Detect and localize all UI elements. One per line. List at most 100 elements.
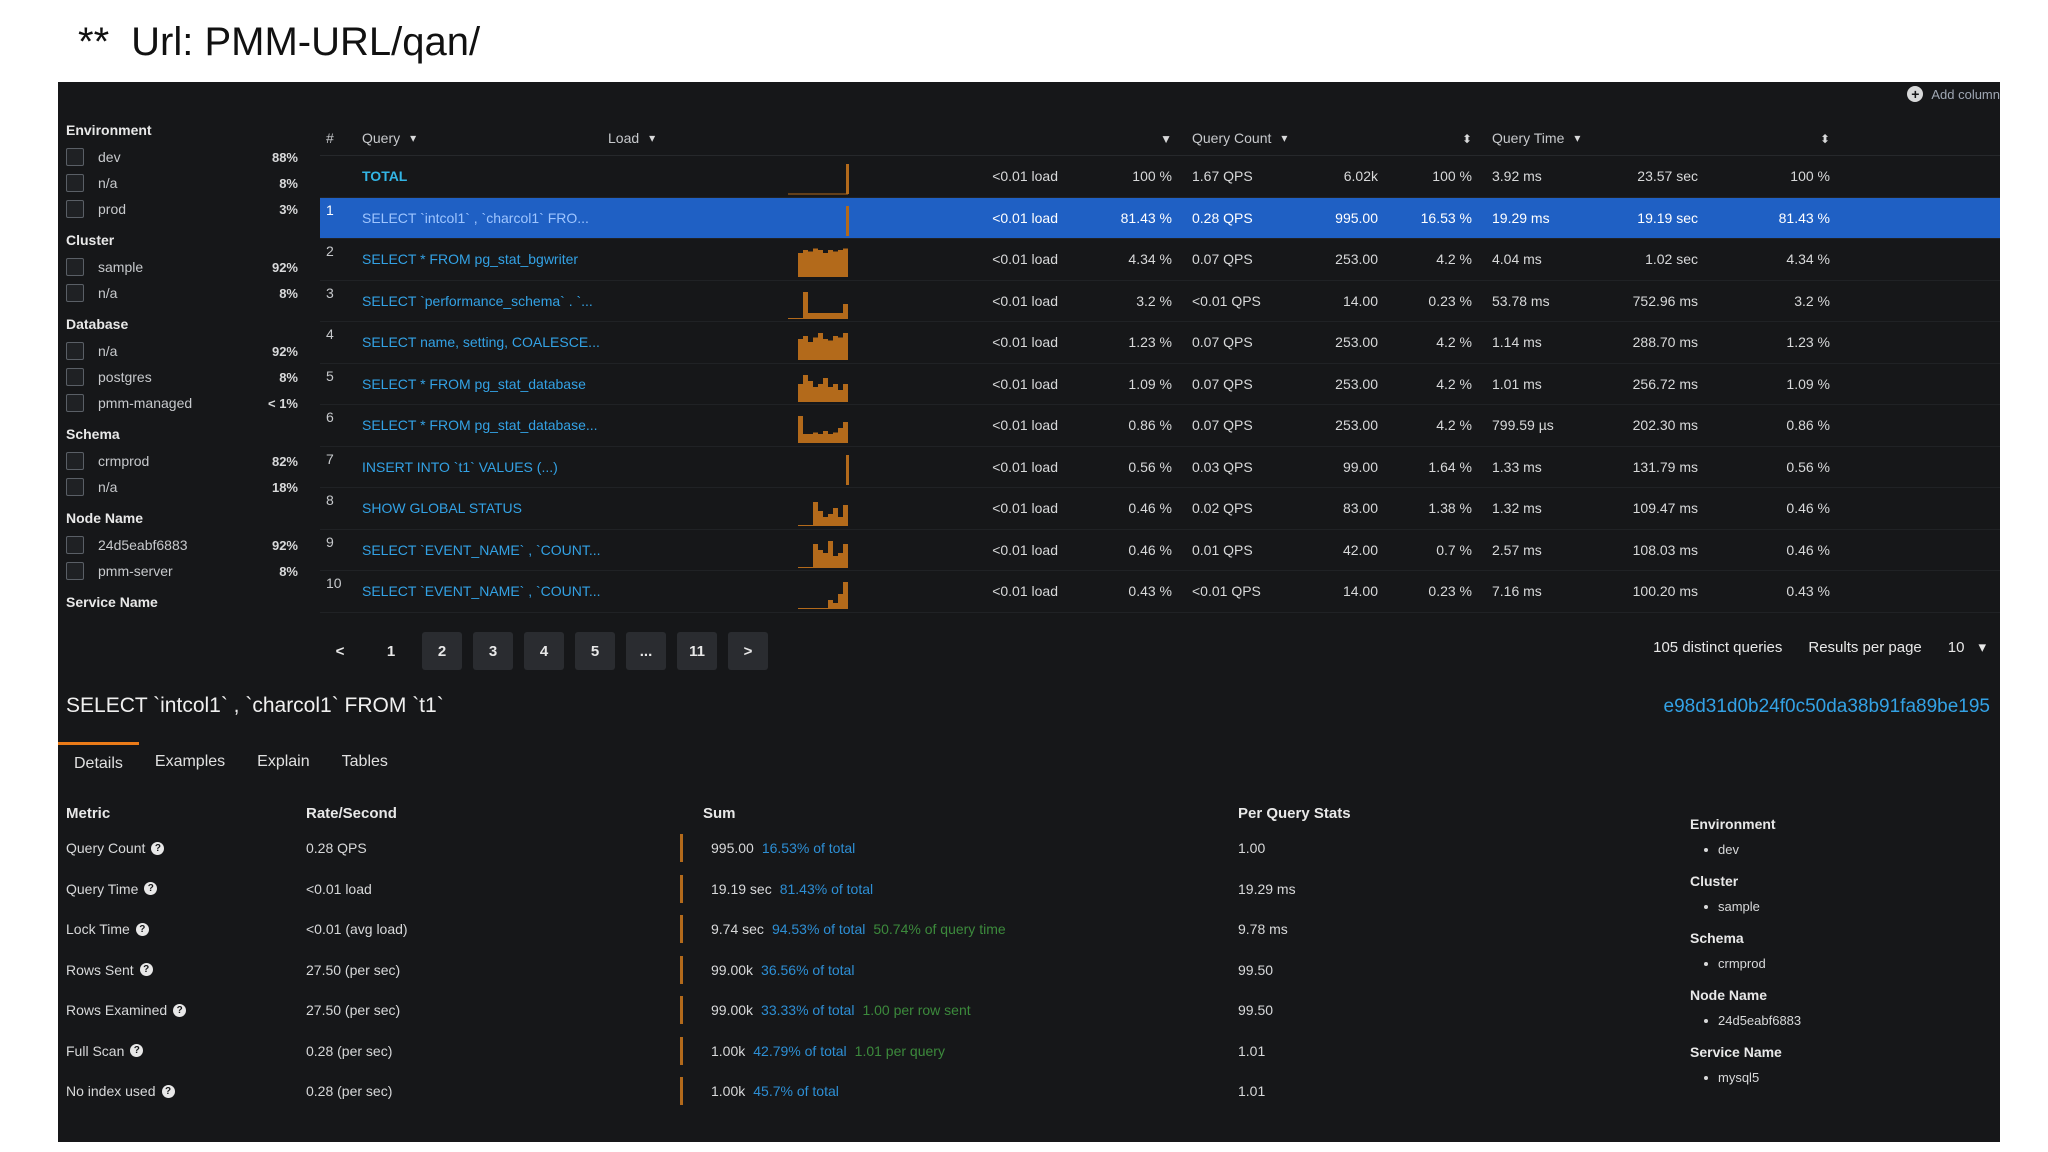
help-icon[interactable]: ? [151, 841, 165, 855]
query-text[interactable]: SELECT `EVENT_NAME` , `COUNT... [360, 583, 608, 599]
load-sparkline [608, 322, 908, 363]
query-row[interactable]: 7 INSERT INTO `t1` VALUES (...) <0.01 load… [320, 447, 2000, 488]
filter-checkbox[interactable] [66, 452, 84, 470]
total-row[interactable]: TOTAL <0.01 load 100 % 1.67 QPS 6.02k 100 % 3.… [320, 156, 2000, 198]
help-icon[interactable]: ? [130, 1044, 144, 1058]
selected-query-id[interactable]: e98d31d0b24f0c50da38b91fa89be195 [1664, 696, 1991, 718]
pagination-page[interactable]: 11 [677, 632, 717, 670]
label-value: dev [1704, 842, 1990, 857]
filter-option[interactable]: prod 3% [66, 196, 298, 222]
filter-checkbox[interactable] [66, 174, 84, 192]
pagination-page[interactable]: 4 [524, 632, 564, 670]
header-load[interactable]: Load ▾ [608, 130, 908, 146]
pagination-page[interactable]: 1 [371, 632, 411, 670]
filter-option[interactable]: n/a 8% [66, 170, 298, 196]
sum-value: 99.00k [711, 1002, 754, 1019]
metric-row: Query Count? 0.28 QPS 995.00 16.53% of tota… [66, 828, 1706, 869]
query-row[interactable]: 6 SELECT * FROM pg_stat_database... <0.01 … [320, 405, 2000, 447]
query-text[interactable]: SELECT `intcol1` , `charcol1` FRO... [360, 210, 608, 226]
header-query-time[interactable]: Query Time ▾ [1478, 130, 1698, 146]
query-row[interactable]: 3 SELECT `performance_schema` . `... <0.01… [320, 281, 2000, 322]
filter-checkbox[interactable] [66, 258, 84, 276]
query-text[interactable]: INSERT INTO `t1` VALUES (...) [360, 459, 608, 475]
sparkline-bar [798, 339, 803, 360]
help-icon[interactable]: ? [135, 922, 149, 936]
sparkline-bar [843, 383, 848, 402]
filter-group-title: Cluster [66, 232, 115, 248]
details-tabs: Details Examples Explain Tables [58, 742, 404, 782]
filter-option[interactable]: pmm-managed < 1% [66, 390, 298, 416]
filter-checkbox[interactable] [66, 342, 84, 360]
sparkline-chart [788, 164, 849, 195]
query-row[interactable]: 10 SELECT `EVENT_NAME` , `COUNT... <0.01 l… [320, 571, 2000, 613]
header-query[interactable]: Query ▾ [360, 130, 608, 146]
sum-share: 36.56% of total [761, 961, 855, 978]
filter-checkbox[interactable] [66, 394, 84, 412]
load-value: <0.01 load [992, 292, 1058, 309]
filter-checkbox[interactable] [66, 284, 84, 302]
query-count-sort[interactable]: ⬍ [1378, 130, 1478, 146]
caption-text: Url: PMM-URL/qan/ [131, 20, 481, 64]
filter-checkbox[interactable] [66, 148, 84, 166]
filter-option-label: n/a [98, 175, 118, 191]
query-row[interactable]: 9 SELECT `EVENT_NAME` , `COUNT... <0.01 lo… [320, 530, 2000, 571]
help-icon[interactable]: ? [161, 1084, 175, 1098]
query-row[interactable]: 2 SELECT * FROM pg_stat_bgwriter <0.01 loa… [320, 239, 2000, 281]
query-text[interactable]: SHOW GLOBAL STATUS [360, 500, 608, 516]
filter-option[interactable]: sample 92% [66, 254, 298, 280]
tab-explain[interactable]: Explain [241, 742, 325, 782]
tab-tables[interactable]: Tables [326, 742, 404, 782]
pagination-next[interactable]: > [728, 632, 768, 670]
pagination-prev[interactable]: < [320, 632, 360, 670]
header-query-count[interactable]: Query Count ▾ [1178, 130, 1378, 146]
query-text[interactable]: SELECT * FROM pg_stat_bgwriter [360, 251, 608, 267]
load-sort[interactable]: ▼ [1058, 130, 1178, 146]
pagination-page[interactable]: 2 [422, 632, 462, 670]
query-row[interactable]: 1 SELECT `intcol1` , `charcol1` FRO... <0.… [320, 197, 2000, 239]
filter-option[interactable]: n/a 18% [66, 474, 298, 500]
query-text[interactable]: TOTAL [360, 168, 608, 184]
sparkline-chart [846, 454, 849, 485]
results-per-page-select[interactable]: 10 ▾ [1948, 638, 1986, 657]
pagination-page[interactable]: 3 [473, 632, 513, 670]
query-text[interactable]: SELECT * FROM pg_stat_database [360, 376, 608, 392]
filter-option[interactable]: 24d5eabf6883 92% [66, 532, 298, 558]
query-row[interactable]: 8 SHOW GLOBAL STATUS <0.01 load 0.46 % 0.02 … [320, 488, 2000, 530]
tab-examples[interactable]: Examples [139, 742, 241, 782]
query-text[interactable]: SELECT name, setting, COALESCE... [360, 334, 608, 350]
filter-option[interactable]: pmm-server 8% [66, 558, 298, 584]
sum-ratio: 1.01 per query [854, 1042, 945, 1059]
sparkline-bar [843, 582, 848, 609]
filter-checkbox[interactable] [66, 562, 84, 580]
qps-value: 0.07 QPS [1192, 334, 1253, 351]
filter-checkbox[interactable] [66, 478, 84, 496]
query-time-sort[interactable]: ⬍ [1698, 130, 1846, 146]
help-icon[interactable]: ? [139, 963, 153, 977]
filter-option[interactable]: dev 88% [66, 144, 298, 170]
add-column-button[interactable]: + Add column [1907, 86, 2000, 102]
pagination-page[interactable]: ... [626, 632, 666, 670]
query-text[interactable]: SELECT `performance_schema` . `... [360, 293, 608, 309]
tab-details[interactable]: Details [58, 742, 139, 782]
query-row[interactable]: 5 SELECT * FROM pg_stat_database <0.01 loa… [320, 364, 2000, 405]
query-text[interactable]: SELECT * FROM pg_stat_database... [360, 417, 608, 433]
help-icon[interactable]: ? [173, 1003, 187, 1017]
filter-option[interactable]: postgres 8% [66, 364, 298, 390]
query-row[interactable]: 4 SELECT name, setting, COALESCE... <0.01 … [320, 322, 2000, 364]
sparkline-bar [798, 416, 803, 443]
filter-option[interactable]: n/a 92% [66, 338, 298, 364]
sum-share: 94.53% of total [771, 921, 866, 938]
help-icon[interactable]: ? [144, 882, 158, 896]
pagination-page[interactable]: 5 [575, 632, 615, 670]
filter-option[interactable]: crmprod 82% [66, 448, 298, 474]
query-time-avg: 799.59 µs [1492, 417, 1554, 434]
filter-option[interactable]: n/a 8% [66, 280, 298, 306]
filter-checkbox[interactable] [66, 368, 84, 386]
filter-checkbox[interactable] [66, 536, 84, 554]
query-time-percent: 4.34 % [1786, 251, 1830, 268]
filter-option-label: n/a [98, 285, 118, 301]
sparkline-bar [803, 291, 808, 319]
query-count-percent: 4.2 % [1436, 251, 1472, 268]
filter-checkbox[interactable] [66, 200, 84, 218]
query-text[interactable]: SELECT `EVENT_NAME` , `COUNT... [360, 542, 608, 558]
